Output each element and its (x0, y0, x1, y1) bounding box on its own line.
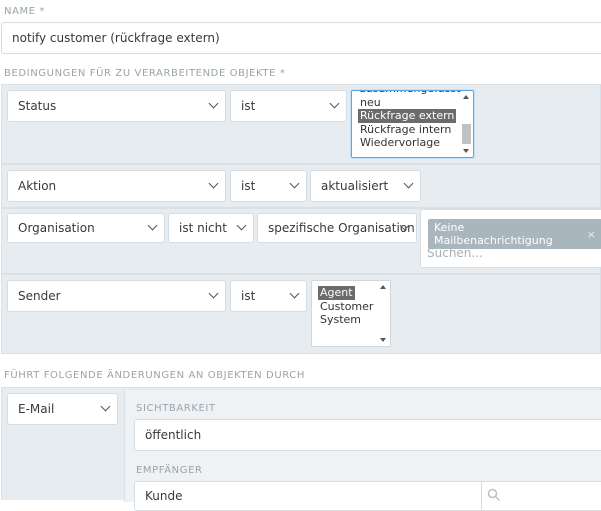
conditions-label: BEDINGUNGEN FÜR ZU VERARBEITENDE OBJEKTE… (4, 68, 286, 79)
sender-attribute-value: Sender (18, 289, 61, 303)
scroll-down-icon[interactable] (463, 149, 469, 153)
name-input[interactable]: notify customer (rückfrage extern) (1, 22, 601, 54)
sender-option-selected[interactable]: Agent (318, 286, 355, 300)
recipient-input[interactable]: Kunde (134, 481, 601, 511)
chevron-down-icon (236, 220, 247, 231)
organisation-operator-value: ist nicht (179, 221, 227, 235)
aktion-value: aktualisiert (321, 179, 389, 193)
chevron-down-icon (208, 288, 219, 299)
sender-operator-select[interactable]: ist (230, 280, 307, 312)
status-option[interactable]: zusammengefasst (360, 91, 473, 96)
visibility-label: SICHTBARKEIT (136, 403, 216, 414)
organisation-operator-select[interactable]: ist nicht (168, 213, 254, 243)
organisation-value-select[interactable]: spezifische Organisation (257, 213, 417, 243)
status-operator-select[interactable]: ist (230, 90, 347, 122)
scroll-up-icon[interactable] (380, 285, 386, 289)
chevron-down-icon (289, 178, 300, 189)
status-option-selected[interactable]: Rückfrage extern (358, 109, 457, 123)
recipient-label: EMPFÄNGER (136, 465, 203, 476)
action-type-value: E-Mail (18, 402, 55, 416)
chevron-down-icon (403, 178, 414, 189)
visibility-value: öffentlich (145, 428, 202, 442)
status-attribute-value: Status (18, 99, 57, 113)
organisation-attribute-select[interactable]: Organisation (7, 213, 165, 243)
chevron-down-icon (208, 178, 219, 189)
organisation-chip-label: Keine Mailbenachrichtigung (434, 221, 553, 247)
name-value: notify customer (rückfrage extern) (12, 31, 220, 45)
visibility-select[interactable]: öffentlich (134, 419, 601, 451)
aktion-attribute-value: Aktion (18, 179, 57, 193)
chevron-down-icon (208, 98, 219, 109)
actions-label: FÜHRT FOLGENDE ÄNDERUNGEN AN OBJEKTEN DU… (4, 370, 305, 381)
sender-attribute-select[interactable]: Sender (7, 280, 226, 312)
status-option[interactable]: Wiedervorlage (360, 136, 473, 150)
aktion-operator-value: ist (241, 179, 256, 193)
aktion-value-select[interactable]: aktualisiert (310, 170, 421, 202)
chevron-down-icon (147, 220, 158, 231)
chevron-down-icon (100, 401, 111, 412)
recipient-value: Kunde (145, 489, 183, 503)
status-scrollbar[interactable] (461, 92, 472, 156)
sender-value-multiselect[interactable]: Agent Customer System (311, 280, 391, 347)
organisation-search-input[interactable]: Suchen... (427, 246, 483, 260)
scroll-down-icon[interactable] (380, 338, 386, 342)
name-label: NAME * (4, 6, 46, 17)
action-type-select[interactable]: E-Mail (7, 393, 118, 425)
organisation-value: spezifische Organisation (268, 221, 415, 235)
aktion-attribute-select[interactable]: Aktion (7, 170, 226, 202)
status-option[interactable]: neu (360, 96, 473, 110)
status-operator-value: ist (241, 99, 256, 113)
scroll-thumb[interactable] (462, 124, 471, 144)
chevron-down-icon (329, 98, 340, 109)
organisation-attribute-value: Organisation (18, 221, 95, 235)
status-attribute-select[interactable]: Status (7, 90, 226, 122)
sender-operator-value: ist (241, 289, 256, 303)
aktion-operator-select[interactable]: ist (230, 170, 307, 202)
status-value-multiselect[interactable]: zusammengefasst neu Rückfrage extern Rüc… (351, 90, 474, 158)
status-option[interactable]: Rückfrage intern (360, 123, 473, 137)
close-icon[interactable]: × (587, 228, 596, 241)
recipient-divider (481, 482, 482, 510)
organisation-chip: Keine Mailbenachrichtigung × (428, 219, 601, 249)
sender-scrollbar[interactable] (378, 282, 389, 345)
chevron-down-icon (289, 288, 300, 299)
organisation-token-field[interactable]: Keine Mailbenachrichtigung × Suchen... (420, 209, 601, 268)
scroll-up-icon[interactable] (463, 95, 469, 99)
